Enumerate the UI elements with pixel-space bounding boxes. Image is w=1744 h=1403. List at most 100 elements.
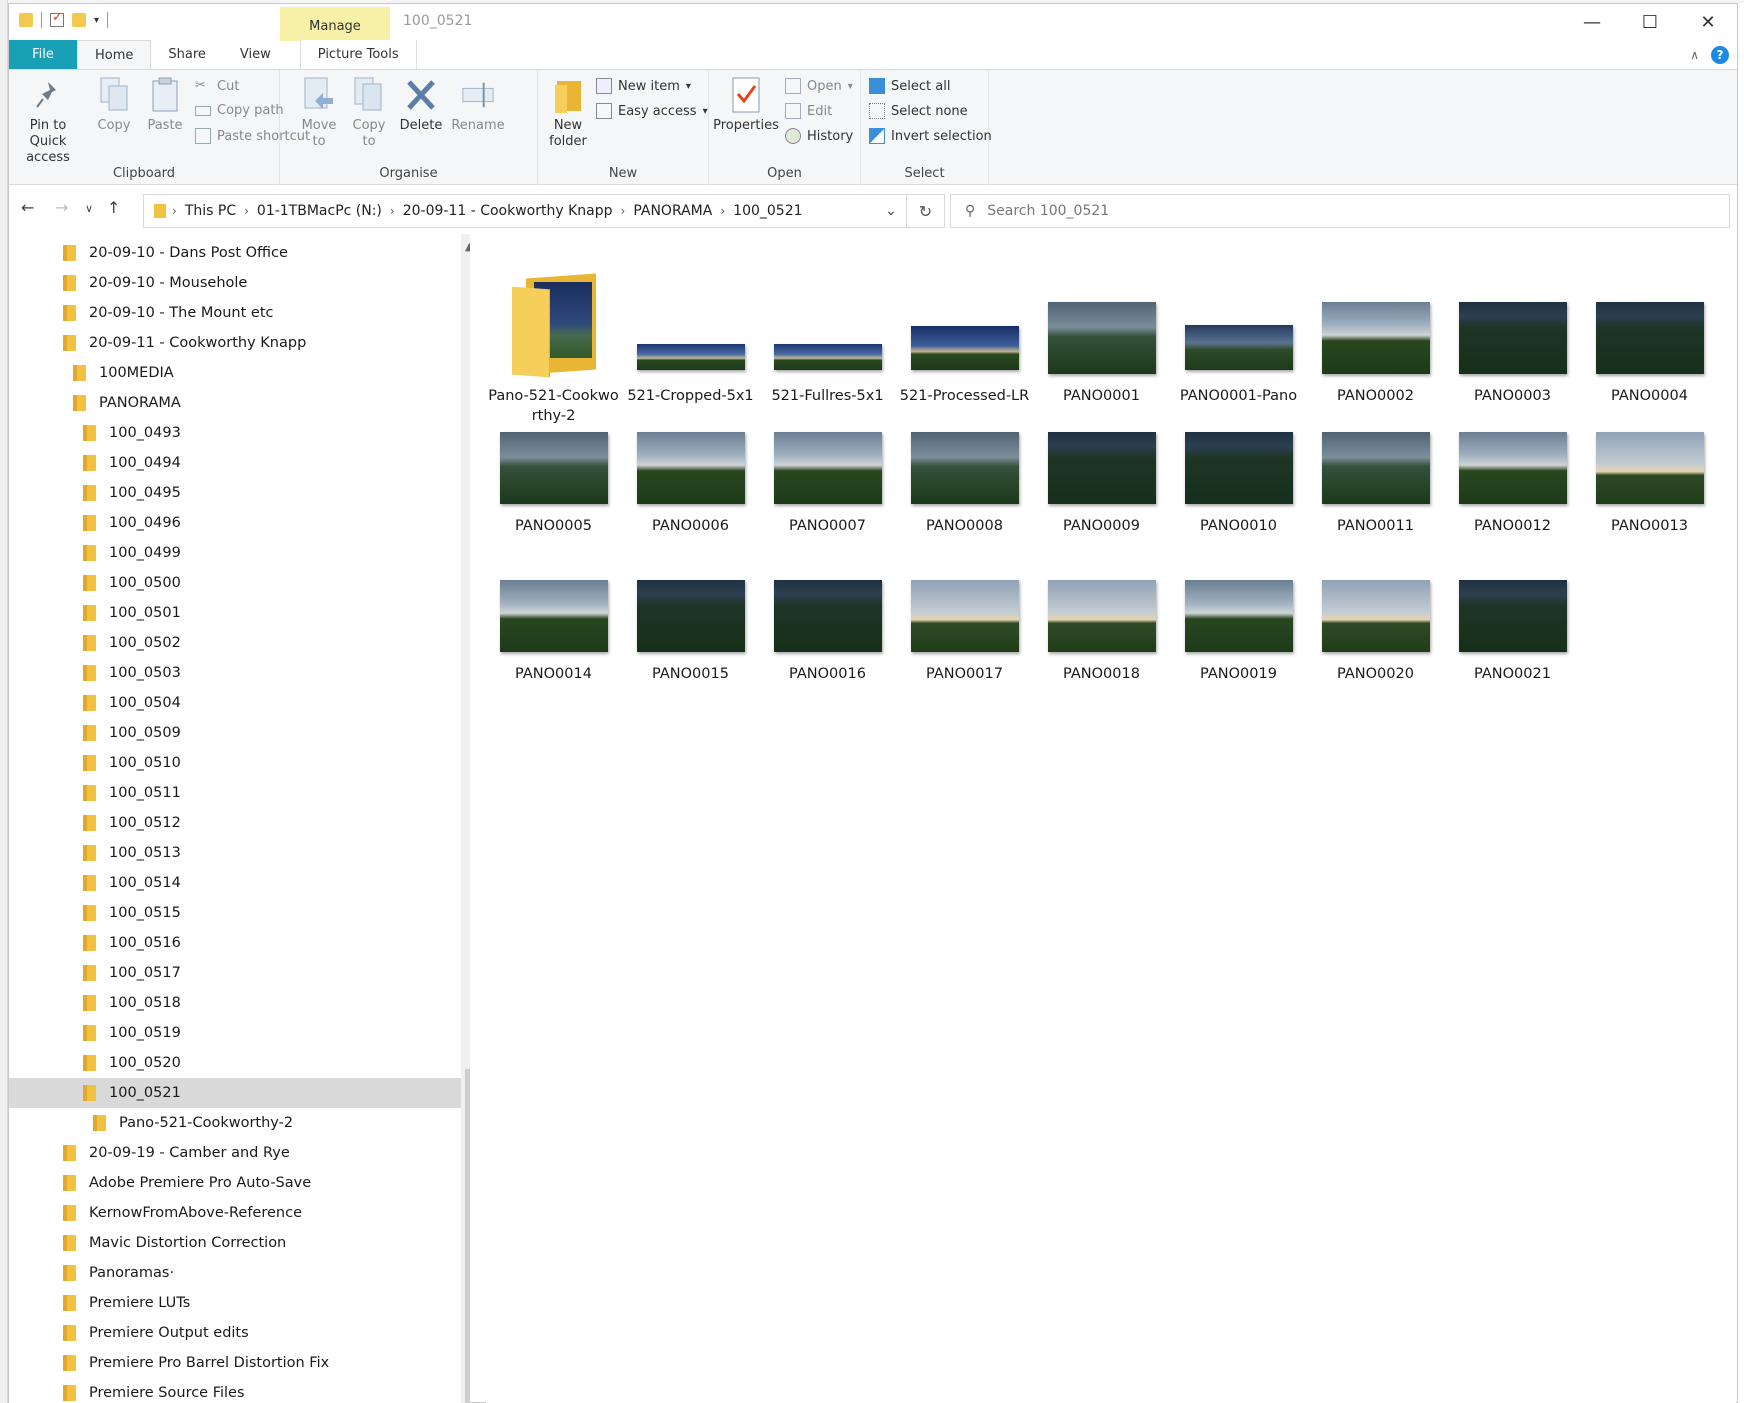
cut-button[interactable]: ✂ Cut xyxy=(195,78,239,94)
refresh-button[interactable]: ↻ xyxy=(907,194,945,228)
image-file-item[interactable]: PANO0012 xyxy=(1445,422,1580,536)
minimize-button[interactable]: — xyxy=(1563,4,1621,40)
breadcrumb-panorama[interactable]: PANORAMA xyxy=(625,203,720,219)
tree-item[interactable]: 100_0512 xyxy=(9,808,461,838)
paste-button[interactable]: Paste xyxy=(143,76,187,134)
image-file-item[interactable]: PANO0016 xyxy=(760,570,895,684)
up-arrow-icon[interactable]: ↑ xyxy=(107,198,120,217)
tree-item[interactable]: 100_0493 xyxy=(9,418,461,448)
copy-button[interactable]: Copy xyxy=(93,76,135,134)
history-button[interactable]: History xyxy=(785,128,853,144)
help-icon[interactable]: ? xyxy=(1711,46,1729,64)
address-dropdown-chevron-icon[interactable]: ⌄ xyxy=(876,203,906,219)
close-button[interactable]: ✕ xyxy=(1679,4,1737,40)
tree-item[interactable]: 100_0496 xyxy=(9,508,461,538)
move-to-button[interactable]: Move to xyxy=(294,76,344,150)
tree-item[interactable]: 100_0499 xyxy=(9,538,461,568)
tree-item[interactable]: 20-09-10 - Dans Post Office xyxy=(9,238,461,268)
invert-selection-button[interactable]: Invert selection xyxy=(869,128,992,144)
forward-arrow-icon[interactable]: → xyxy=(55,198,68,217)
breadcrumb-current[interactable]: 100_0521 xyxy=(725,203,810,219)
breadcrumb-drive[interactable]: 01-1TBMacPc (N:) xyxy=(249,203,390,219)
edit-button[interactable]: Edit xyxy=(785,103,832,119)
tab-file[interactable]: File xyxy=(9,40,77,69)
image-file-item[interactable]: PANO0019 xyxy=(1171,570,1306,684)
image-file-item[interactable]: PANO0007 xyxy=(760,422,895,536)
tree-item[interactable]: 100_0519 xyxy=(9,1018,461,1048)
tab-share[interactable]: Share xyxy=(151,40,223,69)
tree-item[interactable]: Panoramas· xyxy=(9,1258,461,1288)
pin-to-quick-access-button[interactable]: Pin to Quick access xyxy=(11,76,85,166)
image-file-item[interactable]: 521-Cropped-5x1 xyxy=(623,254,758,406)
tree-item[interactable]: 100_0504 xyxy=(9,688,461,718)
new-item-button[interactable]: New item ▾ xyxy=(596,78,691,94)
tree-item[interactable]: 20-09-10 - Mousehole xyxy=(9,268,461,298)
image-file-item[interactable]: PANO0002 xyxy=(1308,254,1443,406)
tab-view[interactable]: View xyxy=(223,40,288,69)
image-file-item[interactable]: PANO0011 xyxy=(1308,422,1443,536)
collapse-ribbon-icon[interactable]: ∧ xyxy=(1690,48,1699,62)
tree-item[interactable]: 100_0518 xyxy=(9,988,461,1018)
properties-button[interactable]: Properties xyxy=(713,76,779,134)
search-box[interactable]: ⚲ xyxy=(950,194,1730,228)
copy-path-button[interactable]: Copy path xyxy=(195,103,284,118)
tree-item[interactable]: 100_0520 xyxy=(9,1048,461,1078)
image-file-item[interactable]: PANO0001-Pano xyxy=(1171,254,1306,406)
image-file-item[interactable]: PANO0006 xyxy=(623,422,758,536)
image-file-item[interactable]: PANO0001 xyxy=(1034,254,1169,406)
image-file-item[interactable]: PANO0014 xyxy=(486,570,621,684)
image-file-item[interactable]: PANO0003 xyxy=(1445,254,1580,406)
tree-item[interactable]: 100MEDIA xyxy=(9,358,461,388)
search-input[interactable] xyxy=(987,203,1588,219)
image-file-item[interactable]: 521-Processed-LR xyxy=(897,254,1032,406)
tree-item[interactable]: Pano-521-Cookworthy-2 xyxy=(9,1108,461,1138)
tree-item[interactable]: 100_0509 xyxy=(9,718,461,748)
properties-check-icon[interactable] xyxy=(50,10,64,27)
address-bar[interactable]: › This PC › 01-1TBMacPc (N:) › 20-09-11 … xyxy=(143,194,907,228)
tree-item[interactable]: KernowFromAbove-Reference xyxy=(9,1198,461,1228)
delete-button[interactable]: Delete xyxy=(396,76,446,134)
tree-item[interactable]: 100_0494 xyxy=(9,448,461,478)
image-file-item[interactable]: PANO0010 xyxy=(1171,422,1306,536)
tree-item[interactable]: 100_0503 xyxy=(9,658,461,688)
tab-home[interactable]: Home xyxy=(77,40,152,69)
back-arrow-icon[interactable]: ← xyxy=(21,198,34,217)
image-file-item[interactable]: 521-Fullres-5x1 xyxy=(760,254,895,406)
image-file-item[interactable]: PANO0013 xyxy=(1582,422,1717,536)
scroll-up-icon[interactable]: ▲ xyxy=(465,240,470,253)
image-file-item[interactable]: PANO0021 xyxy=(1445,570,1580,684)
easy-access-button[interactable]: Easy access ▾ xyxy=(596,103,708,119)
tab-manage[interactable]: Manage xyxy=(280,7,390,41)
tree-item[interactable]: 100_0521 xyxy=(9,1078,461,1108)
tree-item[interactable]: Premiere Source Files xyxy=(9,1378,461,1403)
tree-item[interactable]: 100_0516 xyxy=(9,928,461,958)
tree-item[interactable]: Adobe Premiere Pro Auto-Save xyxy=(9,1168,461,1198)
maximize-button[interactable]: ☐ xyxy=(1621,4,1679,40)
breadcrumb-cookworthy[interactable]: 20-09-11 - Cookworthy Knapp xyxy=(395,203,621,219)
tree-item[interactable]: PANORAMA xyxy=(9,388,461,418)
tree-item[interactable]: 100_0495 xyxy=(9,478,461,508)
navigation-scrollbar[interactable]: ▲ xyxy=(461,234,470,1403)
open-button[interactable]: Open ▾ xyxy=(785,78,853,94)
scrollbar-thumb[interactable] xyxy=(465,1069,470,1403)
tree-item[interactable]: Premiere LUTs xyxy=(9,1288,461,1318)
tree-item[interactable]: 100_0501 xyxy=(9,598,461,628)
new-folder-icon[interactable] xyxy=(72,13,86,27)
tree-item[interactable]: 100_0515 xyxy=(9,898,461,928)
customize-toolbar-dropdown-icon[interactable]: ▾ xyxy=(94,15,99,26)
select-all-button[interactable]: Select all xyxy=(869,78,950,94)
tree-item[interactable]: 100_0517 xyxy=(9,958,461,988)
image-file-item[interactable]: PANO0020 xyxy=(1308,570,1443,684)
image-file-item[interactable]: PANO0004 xyxy=(1582,254,1717,406)
recent-locations-chevron-icon[interactable]: ∨ xyxy=(85,202,93,215)
tree-item[interactable]: 100_0500 xyxy=(9,568,461,598)
tree-item[interactable]: Premiere Output edits xyxy=(9,1318,461,1348)
breadcrumb-this-pc[interactable]: This PC xyxy=(177,203,244,219)
select-none-button[interactable]: Select none xyxy=(869,103,968,119)
new-folder-button[interactable]: New folder xyxy=(544,76,592,150)
tree-item[interactable]: Mavic Distortion Correction xyxy=(9,1228,461,1258)
copy-to-button[interactable]: Copy to xyxy=(344,76,394,150)
image-file-item[interactable]: PANO0017 xyxy=(897,570,1032,684)
tree-item[interactable]: Premiere Pro Barrel Distortion Fix xyxy=(9,1348,461,1378)
tree-item[interactable]: 20-09-19 - Camber and Rye xyxy=(9,1138,461,1168)
